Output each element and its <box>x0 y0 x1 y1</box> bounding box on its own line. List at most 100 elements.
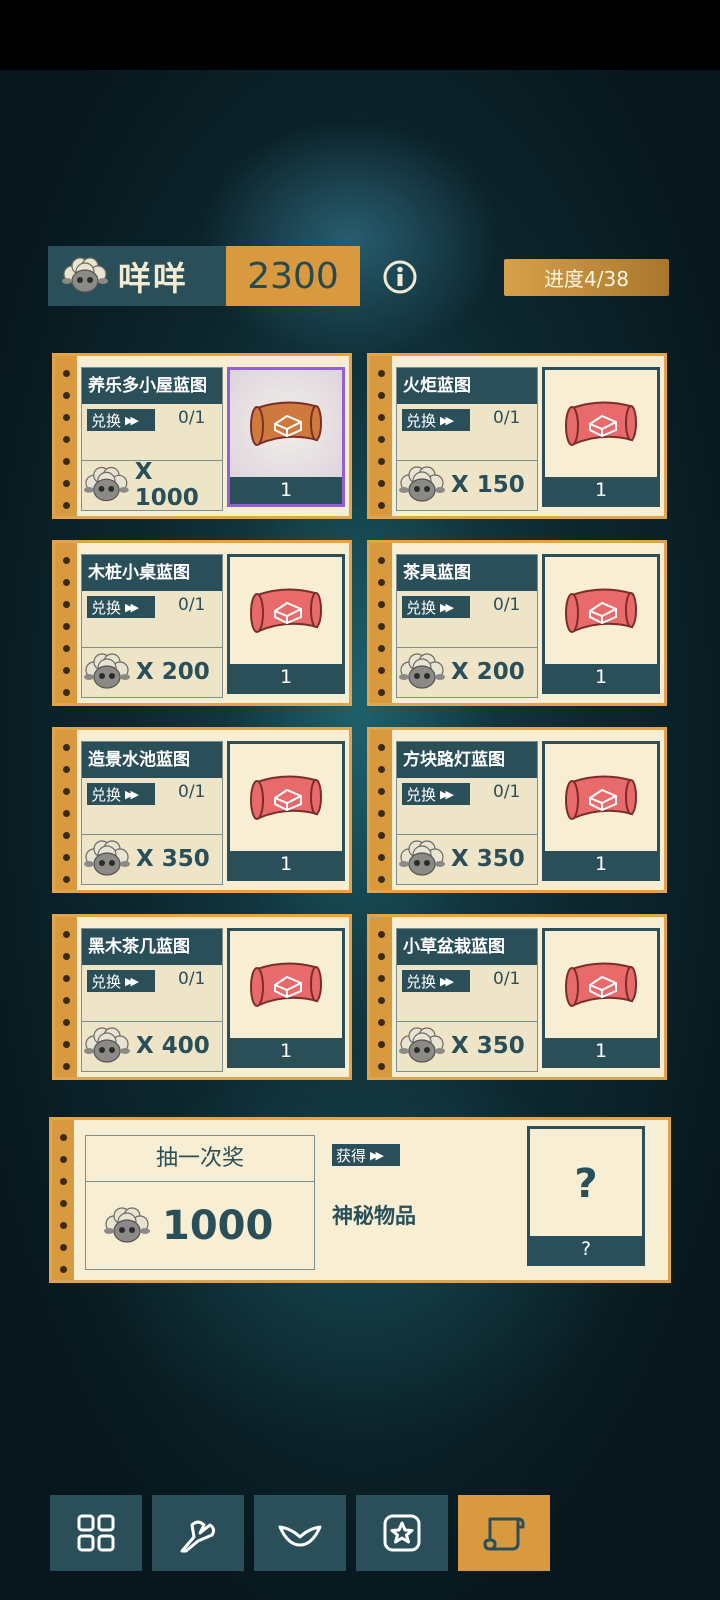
item-slot[interactable]: 1 <box>542 741 660 881</box>
exchange-count: 0/1 <box>493 969 521 989</box>
nav-branch-button[interactable] <box>152 1495 244 1571</box>
sheep-icon <box>104 1206 150 1243</box>
blueprint-scroll-icon <box>250 588 322 633</box>
exchange-row: 兑换 ▶▶ 0/1 <box>397 404 537 461</box>
sheep-icon <box>399 653 445 689</box>
item-price-value: X 350 <box>451 1033 525 1059</box>
blueprint-scroll-icon <box>565 588 637 633</box>
item-price: X 150 <box>397 461 537 509</box>
draw-once-label: 抽一次奖 <box>86 1136 314 1182</box>
blueprint-card: 造景水池蓝图 兑换 ▶▶ 0/1 X 350 1 <box>52 727 352 893</box>
item-price: X 350 <box>397 835 537 883</box>
nav-star-button[interactable] <box>356 1495 448 1571</box>
exchange-label: 兑换 <box>91 972 122 991</box>
item-qty: 1 <box>545 664 657 691</box>
item-title: 方块路灯蓝图 <box>397 742 537 778</box>
exchange-button[interactable]: 兑换 ▶▶ <box>87 970 155 992</box>
item-slot[interactable]: 1 <box>227 554 345 694</box>
exchange-button[interactable]: 兑换 ▶▶ <box>402 970 470 992</box>
sheep-icon <box>84 840 130 876</box>
currency-display: 咩咩 2300 <box>48 246 360 306</box>
sheep-icon <box>399 1027 445 1063</box>
item-title: 木桩小桌蓝图 <box>82 555 222 591</box>
item-slot[interactable]: 1 <box>227 367 345 507</box>
item-price: X 200 <box>82 648 222 696</box>
sheep-icon <box>399 466 445 502</box>
double-arrow-icon: ▶▶ <box>125 413 139 427</box>
card-info: 火炬蓝图 兑换 ▶▶ 0/1 X 150 <box>396 367 538 511</box>
item-price: X 350 <box>397 1022 537 1070</box>
card-info: 木桩小桌蓝图兑换 ▶▶ 0/1 X 200 <box>81 554 223 698</box>
blueprint-card: 养乐多小屋蓝图 兑换 ▶▶ 0/1 X 1000 1 <box>52 353 352 519</box>
item-title: 黑木茶几蓝图 <box>82 929 222 965</box>
exchange-button[interactable]: 兑换 ▶▶ <box>402 409 470 431</box>
exchange-count: 0/1 <box>178 969 206 989</box>
draw-price: 1000 <box>86 1182 314 1269</box>
item-price-value: X 200 <box>451 659 525 685</box>
info-icon[interactable] <box>383 260 417 294</box>
double-arrow-icon: ▶▶ <box>125 974 139 988</box>
exchange-row: 兑换 ▶▶ 0/1 <box>397 778 537 835</box>
item-image <box>230 744 342 854</box>
currency-amount: 2300 <box>226 246 360 306</box>
draw-once-button[interactable]: 抽一次奖 1000 <box>85 1135 315 1270</box>
nav-wings-button[interactable] <box>254 1495 346 1571</box>
card-spine <box>370 543 392 703</box>
lottery-panel: 抽一次奖 1000 获得 ▶▶ 神秘物品 ? ? <box>49 1117 671 1283</box>
exchange-button[interactable]: 兑换 ▶▶ <box>402 596 470 618</box>
exchange-label: 兑换 <box>406 411 437 430</box>
item-image <box>545 931 657 1041</box>
item-qty: 1 <box>230 1038 342 1065</box>
item-slot[interactable]: 1 <box>542 367 660 507</box>
exchange-count: 0/1 <box>493 595 521 615</box>
card-spine <box>55 356 77 516</box>
card-spine <box>55 730 77 890</box>
exchange-row: 兑换 ▶▶ 0/1 <box>82 778 222 835</box>
obtain-label: 获得 <box>336 1146 367 1165</box>
item-qty: 1 <box>545 1038 657 1065</box>
item-price-value: X 350 <box>136 846 210 872</box>
exchange-label: 兑换 <box>406 598 437 617</box>
card-info: 造景水池蓝图 兑换 ▶▶ 0/1 X 350 <box>81 741 223 885</box>
blueprint-scroll-icon <box>250 401 322 446</box>
item-slot[interactable]: 1 <box>227 928 345 1068</box>
sheep-icon <box>84 1027 130 1063</box>
blueprint-card: 方块路灯蓝图 兑换 ▶▶ 0/1 X 350 1 <box>367 727 667 893</box>
nav-scroll-map-button[interactable] <box>458 1495 550 1571</box>
exchange-button[interactable]: 兑换 ▶▶ <box>87 783 155 805</box>
item-price: X 1000 <box>82 459 222 511</box>
card-spine <box>52 1120 74 1280</box>
exchange-button[interactable]: 兑换 ▶▶ <box>87 596 155 618</box>
reward-slot[interactable]: ? ? <box>527 1126 645 1266</box>
card-spine <box>370 730 392 890</box>
double-arrow-icon: ▶▶ <box>125 600 139 614</box>
exchange-label: 兑换 <box>406 785 437 804</box>
blueprint-card: 茶具蓝图 兑换 ▶▶ 0/1 X 200 1 <box>367 540 667 706</box>
item-slot[interactable]: 1 <box>542 928 660 1068</box>
item-price-value: X 350 <box>451 846 525 872</box>
exchange-row: 兑换 ▶▶ 0/1 <box>82 591 222 648</box>
sheep-icon <box>399 840 445 876</box>
item-slot[interactable]: 1 <box>542 554 660 694</box>
blueprint-scroll-icon <box>250 775 322 820</box>
exchange-count: 0/1 <box>178 595 206 615</box>
reward-name: 神秘物品 <box>332 1204 416 1228</box>
blueprint-card: 火炬蓝图 兑换 ▶▶ 0/1 X 150 1 <box>367 353 667 519</box>
card-info: 茶具蓝图 兑换 ▶▶ 0/1 X 200 <box>396 554 538 698</box>
scroll-map-icon <box>483 1517 525 1551</box>
grid-icon <box>77 1514 115 1552</box>
item-qty: 1 <box>230 477 342 504</box>
nav-grid-button[interactable] <box>50 1495 142 1571</box>
item-slot[interactable]: 1 <box>227 741 345 881</box>
blueprint-card: 黑木茶几蓝图 兑换 ▶▶ 0/1 X 400 1 <box>52 914 352 1080</box>
exchange-button[interactable]: 兑换 ▶▶ <box>402 783 470 805</box>
exchange-button[interactable]: 兑换 ▶▶ <box>87 409 155 431</box>
obtain-tag: 获得 ▶▶ <box>332 1144 400 1166</box>
item-qty: 1 <box>230 664 342 691</box>
exchange-row: 兑换 ▶▶ 0/1 <box>397 591 537 648</box>
item-price: X 350 <box>82 835 222 883</box>
double-arrow-icon: ▶▶ <box>440 974 454 988</box>
exchange-count: 0/1 <box>493 408 521 428</box>
double-arrow-icon: ▶▶ <box>440 787 454 801</box>
double-arrow-icon: ▶▶ <box>125 787 139 801</box>
